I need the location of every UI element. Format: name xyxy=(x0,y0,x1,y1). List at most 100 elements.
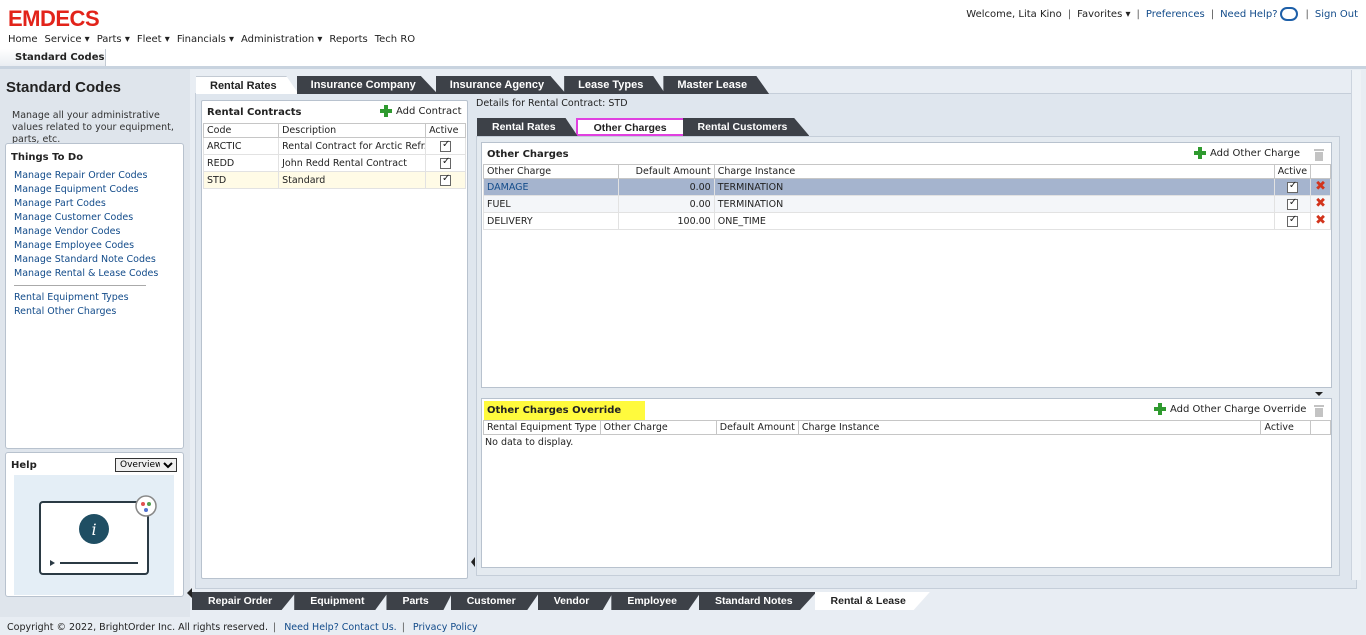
menu-reports[interactable]: Reports xyxy=(329,34,367,45)
link-manage-rental-lease-codes[interactable]: Manage Rental & Lease Codes xyxy=(14,267,183,281)
add-other-charge-label: Add Other Charge xyxy=(1210,147,1300,159)
tab-repair-order[interactable]: Repair Order xyxy=(192,592,297,610)
delete-icon[interactable]: ✖ xyxy=(1315,180,1326,195)
col-actions xyxy=(1310,164,1331,179)
delete-icon[interactable]: ✖ xyxy=(1315,214,1326,229)
chat-icon[interactable] xyxy=(1279,7,1298,21)
link-rental-other-charges[interactable]: Rental Other Charges xyxy=(14,305,183,319)
delete-icon[interactable]: ✖ xyxy=(1315,197,1326,212)
tab-insurance-agency[interactable]: Insurance Agency xyxy=(435,76,567,94)
active-checkbox[interactable] xyxy=(1286,214,1298,227)
active-checkbox[interactable] xyxy=(440,139,452,152)
menu-home[interactable]: Home xyxy=(8,34,38,45)
menu-financials[interactable]: Financials ▾ xyxy=(177,34,234,45)
col-active[interactable]: Active xyxy=(1260,420,1312,435)
tab-master-lease[interactable]: Master Lease xyxy=(663,76,770,94)
other-charges-title: Other Charges xyxy=(487,149,569,160)
divider: | xyxy=(401,622,405,633)
active-checkbox[interactable] xyxy=(1286,180,1298,193)
contact-us-link[interactable]: Need Help? Contact Us. xyxy=(284,622,396,633)
link-manage-vendor-codes[interactable]: Manage Vendor Codes xyxy=(14,225,183,239)
help-video-thumbnail[interactable]: i xyxy=(14,475,174,595)
col-default-amount[interactable]: Default Amount xyxy=(618,164,715,179)
contracts-table: Code Description Active ARCTIC Rental Co… xyxy=(202,123,466,189)
tab-rental-lease[interactable]: Rental & Lease xyxy=(814,592,930,610)
cell-description: John Redd Rental Contract xyxy=(278,154,427,172)
tab-vendor[interactable]: Vendor xyxy=(537,592,614,610)
active-checkbox[interactable] xyxy=(440,173,452,186)
plus-icon xyxy=(1154,403,1166,415)
link-manage-equipment-codes[interactable]: Manage Equipment Codes xyxy=(14,183,183,197)
menu-service[interactable]: Service ▾ xyxy=(45,34,90,45)
tab-employee[interactable]: Employee xyxy=(611,592,701,610)
table-row[interactable]: STD Standard xyxy=(202,171,466,189)
add-other-charge-override-button[interactable]: Add Other Charge Override xyxy=(1154,403,1306,415)
col-active[interactable]: Active xyxy=(425,123,466,138)
svg-text:i: i xyxy=(91,520,96,539)
help-panel: Help Overview i xyxy=(5,452,184,597)
col-description[interactable]: Description xyxy=(278,123,427,138)
need-help-link[interactable]: Need Help? xyxy=(1220,9,1277,20)
subtab-rental-rates[interactable]: Rental Rates xyxy=(477,118,578,136)
favorites-menu[interactable]: Favorites ▾ xyxy=(1077,9,1130,20)
tab-standard-codes[interactable]: Standard Codes xyxy=(0,49,106,67)
rental-contracts-panel: Rental Contracts Add Contract Code Descr… xyxy=(201,100,468,579)
menu-fleet[interactable]: Fleet ▾ xyxy=(137,34,170,45)
copyright-text: Copyright © 2022, BrightOrder Inc. All r… xyxy=(7,622,268,633)
emdecs-logo[interactable]: EMDECS xyxy=(8,6,100,32)
tab-standard-notes[interactable]: Standard Notes xyxy=(698,592,817,610)
col-default-amount[interactable]: Default Amount xyxy=(715,420,799,435)
active-checkbox[interactable] xyxy=(440,156,452,169)
col-other-charge[interactable]: Other Charge xyxy=(482,164,620,179)
col-code[interactable]: Code xyxy=(202,123,280,138)
link-manage-standard-note-codes[interactable]: Manage Standard Note Codes xyxy=(14,253,183,267)
link-manage-customer-codes[interactable]: Manage Customer Codes xyxy=(14,211,183,225)
other-charges-override-panel: Other Charges Override Add Other Charge … xyxy=(481,398,1332,568)
help-topic-select[interactable]: Overview xyxy=(115,458,177,472)
col-other-charge[interactable]: Other Charge xyxy=(599,420,717,435)
tab-rental-rates[interactable]: Rental Rates xyxy=(196,76,299,94)
table-row[interactable]: DELIVERY 100.00 ONE_TIME ✖ xyxy=(482,212,1331,230)
link-manage-employee-codes[interactable]: Manage Employee Codes xyxy=(14,239,183,253)
col-charge-instance[interactable]: Charge Instance xyxy=(713,164,1275,179)
trash-icon[interactable] xyxy=(1313,403,1325,417)
menu-administration[interactable]: Administration ▾ xyxy=(241,34,322,45)
welcome-text: Welcome, Lita Kino xyxy=(966,8,1062,20)
table-row[interactable]: ARCTIC Rental Contract for Arctic Refr..… xyxy=(202,137,466,155)
table-row[interactable]: REDD John Redd Rental Contract xyxy=(202,154,466,172)
privacy-policy-link[interactable]: Privacy Policy xyxy=(413,622,478,633)
cell-code: STD xyxy=(202,171,280,189)
add-other-charge-button[interactable]: Add Other Charge xyxy=(1194,147,1300,159)
cell-code: ARCTIC xyxy=(202,137,280,155)
help-title: Help xyxy=(11,460,37,471)
cell-description: Standard xyxy=(278,171,427,189)
col-active[interactable]: Active xyxy=(1273,164,1312,179)
trash-icon[interactable] xyxy=(1313,147,1325,161)
tab-lease-types[interactable]: Lease Types xyxy=(564,76,666,94)
col-charge-instance[interactable]: Charge Instance xyxy=(797,420,1262,435)
tab-insurance-company[interactable]: Insurance Company xyxy=(296,76,438,94)
col-rental-equipment-type[interactable]: Rental Equipment Type xyxy=(483,420,601,435)
tab-customer[interactable]: Customer xyxy=(450,592,540,610)
subtab-rental-customers[interactable]: Rental Customers xyxy=(682,118,810,136)
tab-equipment[interactable]: Equipment xyxy=(294,592,389,610)
main-menu: Home Service ▾ Parts ▾ Fleet ▾ Financial… xyxy=(8,34,422,45)
empty-message: No data to display. xyxy=(485,437,574,448)
menu-parts[interactable]: Parts ▾ xyxy=(97,34,130,45)
link-manage-part-codes[interactable]: Manage Part Codes xyxy=(14,197,183,211)
menu-tech-ro[interactable]: Tech RO xyxy=(375,34,415,45)
active-checkbox[interactable] xyxy=(1286,197,1298,210)
sign-out-link[interactable]: Sign Out xyxy=(1315,9,1358,20)
table-row[interactable]: FUEL 0.00 TERMINATION ✖ xyxy=(482,195,1331,213)
vertical-scrollbar[interactable] xyxy=(1351,70,1361,580)
table-row[interactable]: DAMAGE 0.00 TERMINATION ✖ xyxy=(482,178,1331,196)
sub-tabs: Rental Rates Other Charges Rental Custom… xyxy=(477,118,810,136)
link-rental-equipment-types[interactable]: Rental Equipment Types xyxy=(14,291,183,305)
add-contract-label: Add Contract xyxy=(396,105,462,117)
preferences-link[interactable]: Preferences xyxy=(1146,9,1205,20)
add-contract-button[interactable]: Add Contract xyxy=(380,105,462,117)
rental-contracts-title: Rental Contracts xyxy=(207,107,302,118)
subtab-other-charges[interactable]: Other Charges xyxy=(575,118,685,136)
link-manage-repair-order-codes[interactable]: Manage Repair Order Codes xyxy=(14,169,183,183)
tab-parts[interactable]: Parts xyxy=(386,592,453,610)
